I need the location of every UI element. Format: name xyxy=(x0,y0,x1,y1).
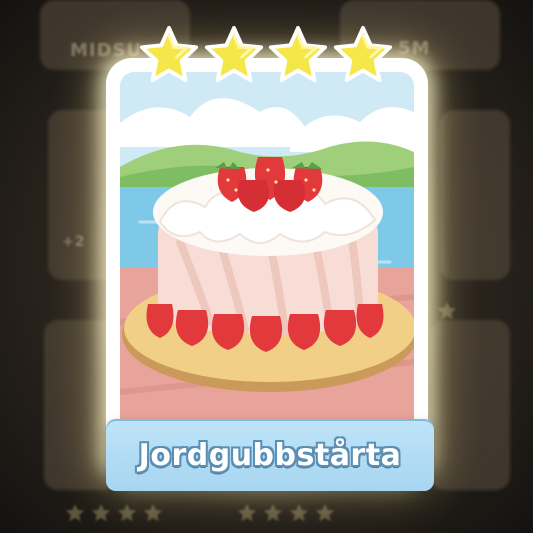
background-card-badge: +2 xyxy=(62,234,86,250)
strawberry-cake-art xyxy=(120,72,414,444)
sticker-card[interactable] xyxy=(106,58,428,480)
star-icon xyxy=(332,24,394,86)
background-card xyxy=(440,110,510,280)
star-icon xyxy=(203,24,265,86)
strawberry-cream-cake-icon xyxy=(120,72,414,444)
star-rating xyxy=(138,24,394,88)
star-icon xyxy=(138,24,200,86)
card-title: Jordgubbstårta xyxy=(138,437,402,473)
star-icon xyxy=(267,24,329,86)
sticker-album-screen: MIDSU 5M +2 xyxy=(0,0,533,533)
card-name-banner: Jordgubbstårta xyxy=(106,419,434,491)
